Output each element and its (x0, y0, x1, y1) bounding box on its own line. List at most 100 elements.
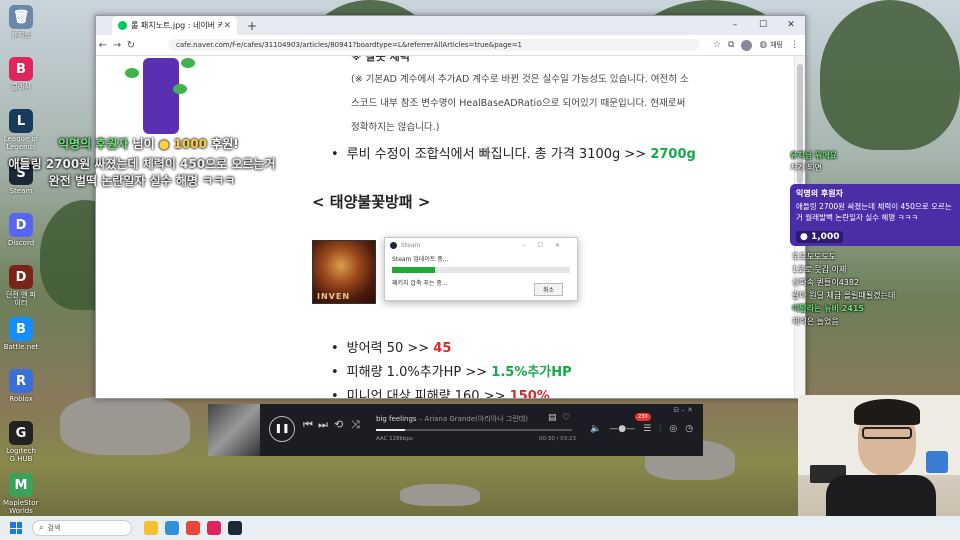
album-art (208, 404, 260, 456)
menu-dots-icon[interactable]: ⋮ (790, 40, 799, 50)
forward-icon[interactable]: → (110, 40, 124, 51)
window-controls: – ☐ ✕ (721, 16, 805, 35)
edge-icon[interactable] (165, 521, 179, 535)
profile-avatar[interactable] (741, 39, 753, 51)
stat-line-text: 피해량 1.0%추가HP >> (346, 365, 492, 380)
app-icon (926, 451, 948, 473)
playlist-icon[interactable]: ☰ (643, 424, 651, 434)
donation-amount: 1000 (173, 137, 207, 151)
steam-taskbar-icon[interactable] (228, 521, 242, 535)
song-artist: Ariana Grande(아리아나 그란데) (424, 415, 528, 423)
chat-line: 체력은 늘었음 (792, 317, 839, 326)
dialog-window-controls[interactable]: –☐✕ (523, 242, 572, 249)
extensions-icon[interactable]: ⧉ (728, 40, 734, 50)
donation-card-amount-value: 1,000 (811, 232, 840, 242)
chat-line: 유지님 뭐에요 (790, 151, 837, 160)
ruby-line-value: 2700g (650, 147, 696, 162)
volume-icon[interactable]: 🔈 (590, 424, 601, 434)
maximize-icon[interactable]: ☐ (749, 16, 777, 35)
section-title: < 태양불꽃방패 > (312, 193, 431, 211)
playback-progress[interactable] (376, 429, 572, 431)
dialog-title: Steam (401, 241, 421, 249)
pause-button[interactable]: ❚❚ (269, 416, 295, 442)
close-tab-icon[interactable]: ✕ (223, 21, 231, 31)
recycle-bin-icon: 🗑 (9, 5, 33, 29)
desktop-icon-classic[interactable]: B 클래식 (4, 54, 38, 102)
player-window-controls[interactable]: ⊟ – ✕ (673, 406, 693, 414)
back-icon[interactable]: ← (96, 40, 110, 51)
desktop-icon-roblox[interactable]: R Roblox (4, 366, 38, 414)
chat-line: 저게 되면 (790, 163, 822, 172)
desktop-icon-label: 던전 앤 파이터 (5, 291, 37, 307)
chat-line: 갈아 원딜 체급 올릴때될겠는데 (792, 291, 896, 300)
close-window-icon[interactable]: ✕ (777, 16, 805, 35)
desktop-icon-recycle-bin[interactable]: 🗑 휴지통 (4, 2, 38, 50)
desktop-icon-dnf[interactable]: D 던전 앤 파이터 (4, 262, 38, 310)
chat-line: 1코로 뭇갑 이제 (792, 265, 847, 274)
note-line: (※ 기본AD 계수에서 추가AD 계수로 바뀐 것은 실수일 가능성도 있습니… (351, 74, 689, 85)
article-body: ※ 잘못 체력 (※ 기본AD 계수에서 추가AD 계수로 바뀐 것은 실수일 … (286, 56, 786, 398)
desktop-icon-label: Logitech G HUB (6, 447, 36, 463)
bookmark-star-icon[interactable]: ☆ (713, 40, 721, 50)
donation-card-amount: ● 1,000 (796, 231, 844, 243)
cast-icon[interactable]: ◎ (669, 424, 677, 434)
browser-window: 롤 패치노트.jpg : 네이버 카페 ✕ + – ☐ ✕ ← → ↻ cafe… (95, 15, 806, 399)
league-of-legends-icon: L (9, 109, 33, 133)
classic-app-taskbar-icon[interactable] (207, 521, 221, 535)
desktop-icon-ghub[interactable]: G Logitech G HUB (4, 418, 38, 466)
chat-line: 도도도도도도 (792, 252, 837, 261)
new-tab-icon[interactable]: + (247, 19, 257, 33)
stat-line-value: 150% (509, 389, 550, 398)
stream-chat-top: 유지님 뭐에요 저게 되면 (790, 150, 960, 174)
steam-icon (390, 241, 397, 249)
stat-line-text: 미니언 대상 피해량 160 >> (346, 389, 510, 398)
maplestory-worlds-icon: M (9, 473, 33, 497)
desktop-icon-discord[interactable]: D Discord (4, 210, 38, 258)
like-heart-icon[interactable]: ♡ (562, 413, 570, 423)
cancel-button[interactable]: 취소 (533, 283, 563, 296)
sunfire-aegis-item-image: INVEN (312, 240, 376, 304)
donation-alert: 익명의 후원자 님이 ● 1000 후원! (58, 135, 239, 152)
naver-cafe-favicon-icon (118, 21, 127, 30)
url-field[interactable]: cafe.naver.com/f-e/cafes/31104903/articl… (168, 39, 699, 51)
desktop-icon-maplestory[interactable]: M MapleStory Worlds (3, 470, 39, 518)
donor-nick: 익명의 후원자 (58, 137, 129, 151)
chat-icon: ◍ (759, 40, 768, 50)
update-progress-fill (392, 267, 435, 273)
donation-card: 익명의 후원자 애들링 2700원 싸졌는데 체력이 450으로 오르는거 월래… (790, 184, 960, 246)
ruby-line-text: 루비 수정이 조합식에서 빠집니다. 총 가격 3100g >> (346, 147, 651, 162)
discord-icon: D (9, 213, 33, 237)
repeat-icon[interactable]: ⟲ (334, 418, 343, 431)
volume-slider[interactable]: —●— (609, 424, 635, 434)
coin-icon: ● (800, 232, 808, 242)
shuffle-icon[interactable]: ⤨ (351, 418, 360, 432)
taskbar-search[interactable]: ⌕ 검색 (32, 520, 132, 536)
desktop-icon-label: 휴지통 (11, 31, 31, 39)
chrome-icon[interactable] (186, 521, 200, 535)
equalizer-icon[interactable]: ⫶ (659, 424, 661, 434)
stat-line: • 미니언 대상 피해량 160 >> 150% (331, 385, 550, 398)
battlenet-icon: B (9, 317, 33, 341)
refresh-icon[interactable]: ↻ (124, 40, 138, 51)
update-progress-bar (392, 267, 570, 273)
ruby-price-line: • 루비 수정이 조합식에서 빠집니다. 총 가격 3100g >> 2700g (331, 147, 696, 162)
next-icon[interactable]: ⏭ (318, 418, 328, 432)
start-button[interactable] (10, 522, 22, 534)
previous-icon[interactable]: ⏮ (303, 418, 313, 432)
stat-line-value: 1.5%추가HP (491, 365, 572, 380)
dungeon-fighter-icon: D (9, 265, 33, 289)
taskbar-apps (144, 521, 242, 535)
page-content: ※ 잘못 체력 (※ 기본AD 계수에서 추가AD 계수로 바뀐 것은 실수일 … (96, 56, 805, 398)
chat-button[interactable]: ◍ 채팅 (759, 40, 783, 50)
timer-icon[interactable]: ◷ (685, 424, 693, 434)
desktop-icon-battlenet[interactable]: B Battle.net (4, 314, 38, 362)
item-image-watermark: INVEN (317, 292, 351, 301)
file-explorer-icon[interactable] (144, 521, 158, 535)
minimize-icon[interactable]: – (721, 16, 749, 35)
playlist-count-badge: 230 (635, 413, 651, 421)
browser-tab-active[interactable]: 롤 패치노트.jpg : 네이버 카페 ✕ (112, 16, 237, 35)
stat-line: • 방어력 50 >> 45 (331, 341, 452, 356)
desktop-icon-league[interactable]: L League of Legends (4, 106, 38, 154)
lyrics-icon[interactable]: ▤ (548, 413, 557, 423)
update-status: Steam 업데이트 중... (392, 256, 449, 263)
